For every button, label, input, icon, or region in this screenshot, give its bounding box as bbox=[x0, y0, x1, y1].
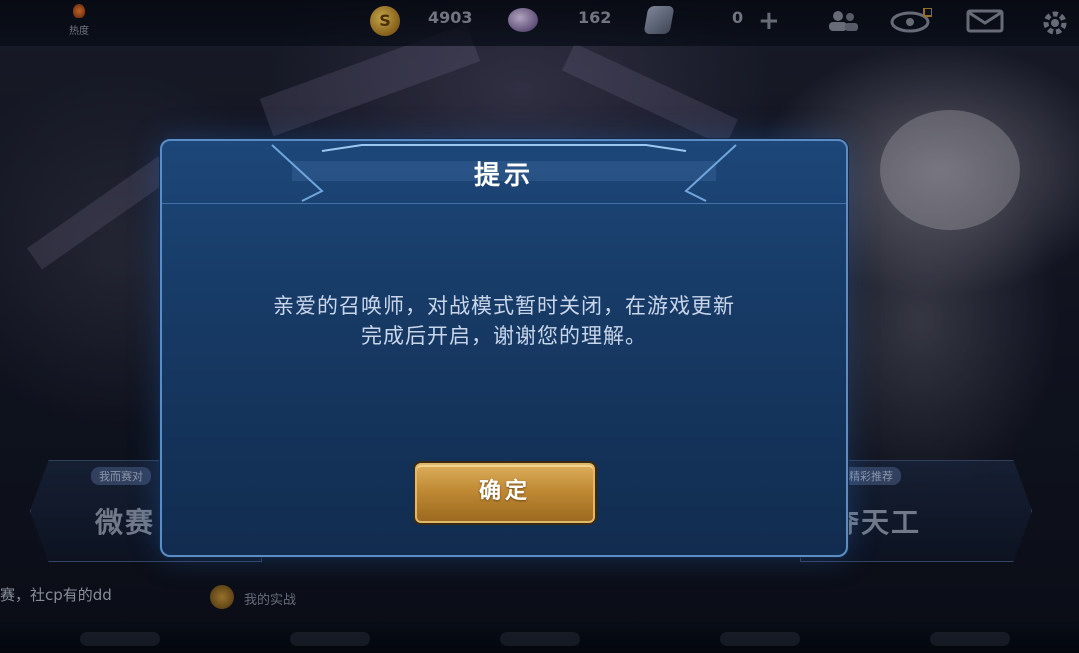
dialog-message: 亲爱的召唤师，对战模式暂时关闭，在游戏更新 完成后开启，谢谢您的理解。 bbox=[202, 291, 806, 351]
dialog-message-line: 亲爱的召唤师，对战模式暂时关闭，在游戏更新 bbox=[273, 294, 735, 318]
confirm-button[interactable]: 确定 bbox=[415, 463, 595, 523]
dialog-title: 提示 bbox=[473, 161, 534, 191]
notice-dialog: 提示 亲爱的召唤师，对战模式暂时关闭，在游戏更新 完成后开启，谢谢您的理解。 确… bbox=[160, 139, 848, 557]
dialog-message-line: 完成后开启，谢谢您的理解。 bbox=[361, 324, 647, 348]
dialog-header: 提示 bbox=[162, 141, 846, 204]
